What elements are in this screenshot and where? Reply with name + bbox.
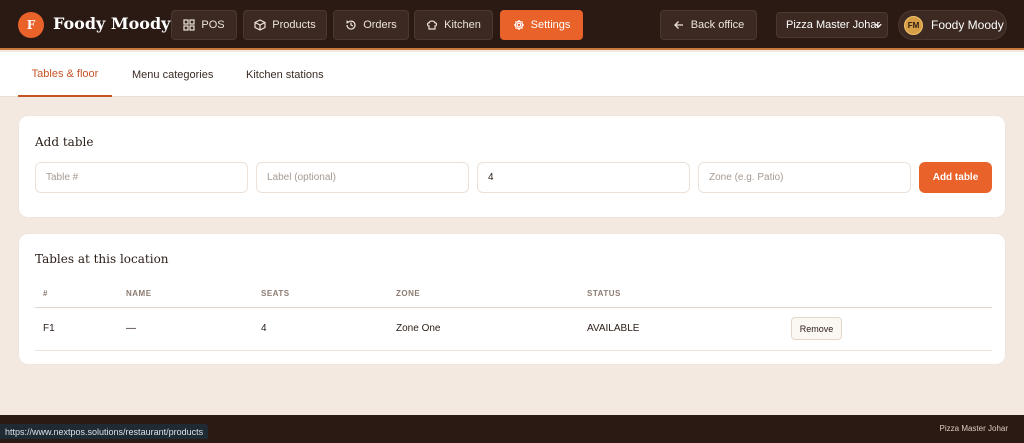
nav-products-label: Products bbox=[272, 19, 316, 31]
user-menu[interactable]: FM Foody Moody bbox=[898, 10, 1007, 40]
table-number-input[interactable] bbox=[35, 162, 248, 193]
chef-hat-icon bbox=[426, 19, 438, 31]
gear-icon bbox=[513, 19, 525, 31]
remove-table-button[interactable]: Remove bbox=[791, 317, 842, 340]
nav-settings-button[interactable]: Settings bbox=[500, 10, 583, 40]
row-number: F1 bbox=[43, 323, 55, 334]
row-status: AVAILABLE bbox=[587, 323, 640, 334]
nav-orders-label: Orders bbox=[363, 19, 397, 31]
label-input[interactable] bbox=[256, 162, 469, 193]
tables-list-card: Tables at this location # NAME SEATS ZON… bbox=[18, 233, 1006, 365]
settings-tabs: Tables & floor Menu categories Kitchen s… bbox=[0, 52, 1024, 97]
add-table-title: Add table bbox=[35, 135, 94, 149]
nav-pos-label: POS bbox=[201, 19, 225, 31]
seats-input[interactable] bbox=[477, 162, 690, 193]
nav-orders-button[interactable]: Orders bbox=[333, 10, 409, 40]
tab-tables-floor[interactable]: Tables & floor bbox=[18, 52, 112, 97]
tab-kitchen-stations[interactable]: Kitchen stations bbox=[246, 52, 324, 97]
top-navigation-bar: F Foody Moody POS Products Orders Kitche… bbox=[0, 0, 1024, 50]
back-office-button[interactable]: Back office bbox=[660, 10, 757, 40]
nav-kitchen-label: Kitchen bbox=[444, 19, 481, 31]
add-table-button[interactable]: Add table bbox=[919, 162, 992, 193]
table-header-divider bbox=[35, 307, 992, 308]
row-name: — bbox=[126, 323, 136, 334]
row-seats: 4 bbox=[261, 323, 267, 334]
row-zone: Zone One bbox=[396, 323, 441, 334]
zone-input[interactable] bbox=[698, 162, 911, 193]
add-table-card: Add table Add table bbox=[18, 115, 1006, 218]
tables-list-title: Tables at this location bbox=[35, 252, 169, 266]
chevron-down-icon bbox=[874, 21, 883, 30]
history-icon bbox=[345, 19, 357, 31]
back-office-label: Back office bbox=[690, 19, 745, 31]
user-name: Foody Moody bbox=[931, 18, 1004, 32]
column-header-number: # bbox=[43, 289, 48, 298]
column-header-zone: ZONE bbox=[396, 289, 421, 298]
nav-products-button[interactable]: Products bbox=[243, 10, 327, 40]
link-preview-url: https://www.nextpos.solutions/restaurant… bbox=[0, 424, 209, 439]
table-row-divider bbox=[35, 350, 992, 351]
nav-kitchen-button[interactable]: Kitchen bbox=[414, 10, 493, 40]
store-select[interactable]: Pizza Master Johar bbox=[776, 12, 888, 38]
column-header-name: NAME bbox=[126, 289, 152, 298]
store-select-value: Pizza Master Johar bbox=[786, 19, 881, 31]
arrow-left-icon bbox=[673, 19, 685, 31]
grid-icon bbox=[183, 19, 195, 31]
brand-logo[interactable]: F bbox=[18, 12, 44, 38]
nav-pos-button[interactable]: POS bbox=[171, 10, 237, 40]
tab-menu-categories[interactable]: Menu categories bbox=[132, 52, 213, 97]
column-header-seats: SEATS bbox=[261, 289, 290, 298]
box-icon bbox=[254, 19, 266, 31]
brand-name[interactable]: Foody Moody bbox=[53, 14, 170, 33]
nav-settings-label: Settings bbox=[530, 19, 571, 31]
footer-store-name: Pizza Master Johar bbox=[939, 424, 1008, 433]
column-header-status: STATUS bbox=[587, 289, 621, 298]
avatar: FM bbox=[904, 15, 923, 35]
